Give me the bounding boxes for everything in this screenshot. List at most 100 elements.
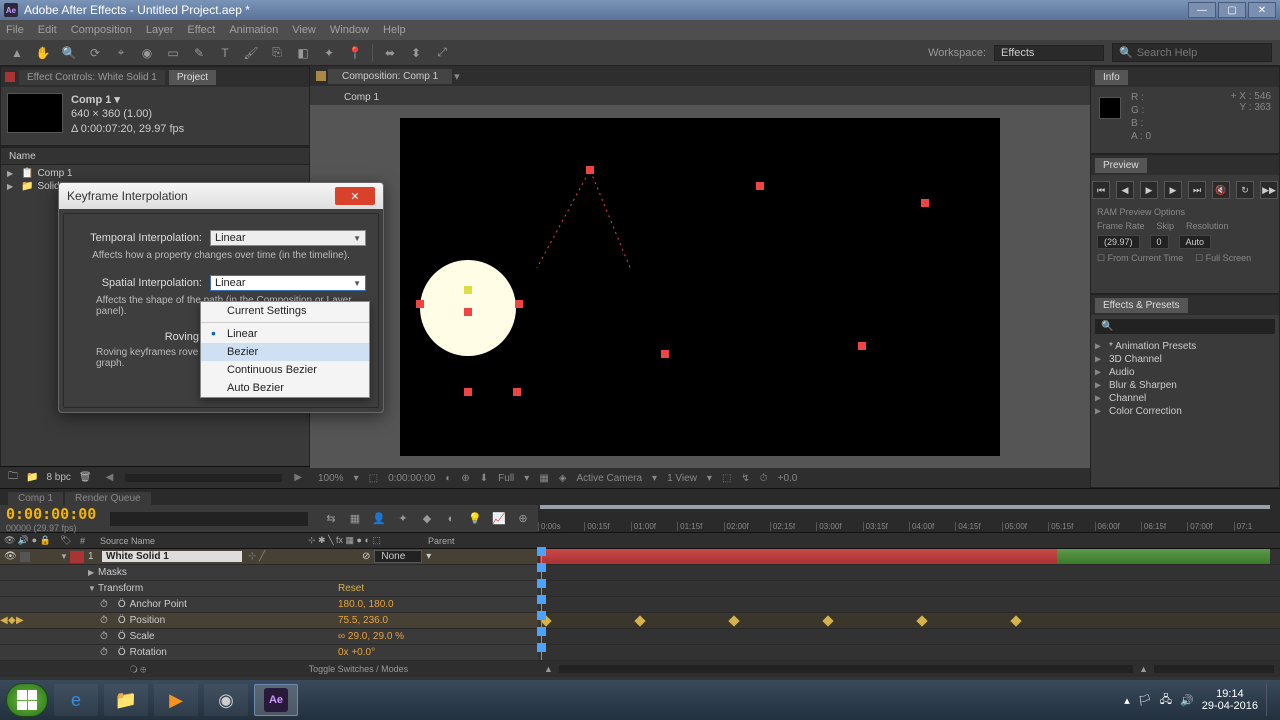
- view-dropdown[interactable]: 1 View: [667, 473, 697, 484]
- keyframe-marker[interactable]: [515, 300, 523, 308]
- resolution-field[interactable]: Auto: [1179, 235, 1212, 249]
- search-help-input[interactable]: 🔍 Search Help: [1112, 43, 1272, 62]
- ram-preview-button[interactable]: ▶▶: [1260, 181, 1278, 199]
- composition-canvas[interactable]: [400, 118, 1000, 456]
- prop-position[interactable]: Position: [126, 615, 338, 626]
- current-time[interactable]: 0:00:00:00: [6, 505, 96, 523]
- temporal-dropdown[interactable]: Linear▼: [210, 230, 366, 246]
- menu-window[interactable]: Window: [330, 24, 369, 36]
- axis-world-icon[interactable]: ⬍: [407, 44, 425, 62]
- effects-tab[interactable]: Effects & Presets: [1095, 298, 1188, 313]
- next-frame-button[interactable]: ▶: [1164, 181, 1182, 199]
- prop-scale[interactable]: Scale: [126, 631, 338, 642]
- from-current-checkbox[interactable]: From Current Time: [1108, 253, 1184, 263]
- loop-button[interactable]: ↻: [1236, 181, 1254, 199]
- fx-3d-channel[interactable]: ▶3D Channel: [1095, 353, 1275, 366]
- project-column-name[interactable]: Name: [1, 147, 309, 165]
- puppet-tool-icon[interactable]: 📍: [346, 44, 364, 62]
- menu-layer[interactable]: Layer: [146, 24, 174, 36]
- menu-file[interactable]: File: [6, 24, 24, 36]
- menu-animation[interactable]: Animation: [229, 24, 278, 36]
- mute-button[interactable]: 🔇: [1212, 181, 1230, 199]
- keyframe-marker[interactable]: [921, 199, 929, 207]
- start-button[interactable]: [6, 683, 48, 717]
- fx-color-correction[interactable]: ▶Color Correction: [1095, 405, 1275, 418]
- layer-color-chip[interactable]: [70, 551, 84, 563]
- project-item-comp[interactable]: ▶📋 Comp 1: [7, 167, 303, 180]
- tl-icon[interactable]: ◆: [418, 510, 436, 528]
- goto-start-button[interactable]: ⏮: [1092, 181, 1110, 199]
- tl-icon[interactable]: ⇆: [322, 510, 340, 528]
- play-button[interactable]: ▶: [1140, 181, 1158, 199]
- effects-search-input[interactable]: 🔍: [1095, 319, 1275, 334]
- timeline-tab-render[interactable]: Render Queue: [65, 492, 151, 505]
- menu-effect[interactable]: Effect: [187, 24, 215, 36]
- close-window-button[interactable]: ✕: [1248, 2, 1276, 18]
- eraser-tool-icon[interactable]: ◧: [294, 44, 312, 62]
- minimize-button[interactable]: —: [1188, 2, 1216, 18]
- panbehind-tool-icon[interactable]: ◉: [138, 44, 156, 62]
- new-folder-icon[interactable]: 📁: [26, 472, 38, 483]
- fullscreen-checkbox[interactable]: Full Screen: [1206, 253, 1252, 263]
- taskbar-chrome-icon[interactable]: ◉: [204, 684, 248, 716]
- project-tab-active[interactable]: Project: [169, 70, 216, 85]
- composition-subtab[interactable]: Comp 1: [330, 90, 393, 105]
- prev-frame-button[interactable]: ◀: [1116, 181, 1134, 199]
- taskbar-explorer-icon[interactable]: 📁: [104, 684, 148, 716]
- axis-view-icon[interactable]: ⤢: [433, 44, 451, 62]
- bpc-label[interactable]: 8 bpc: [46, 472, 70, 483]
- maximize-button[interactable]: ▢: [1218, 2, 1246, 18]
- prop-masks[interactable]: Masks: [98, 567, 127, 578]
- composition-tab[interactable]: Composition: Comp 1: [328, 69, 452, 84]
- dd-continuous-bezier[interactable]: Continuous Bezier: [201, 361, 369, 379]
- zoom-tool-icon[interactable]: 🔍: [60, 44, 78, 62]
- brush-tool-icon[interactable]: 🖌: [242, 44, 260, 62]
- tray-network-icon[interactable]: 🖧: [1160, 691, 1172, 710]
- selection-handle[interactable]: [464, 286, 472, 294]
- prop-transform[interactable]: Transform: [98, 583, 338, 594]
- info-tab[interactable]: Info: [1095, 70, 1128, 85]
- taskbar-ie-icon[interactable]: e: [54, 684, 98, 716]
- tl-icon[interactable]: ▦: [346, 510, 364, 528]
- close-tab-icon[interactable]: [5, 72, 15, 82]
- framerate-field[interactable]: (29.97): [1097, 235, 1140, 249]
- mask-tool-icon[interactable]: ▭: [164, 44, 182, 62]
- toggle-switches-button[interactable]: Toggle Switches / Modes: [309, 664, 409, 674]
- prop-anchor[interactable]: Anchor Point: [126, 599, 338, 610]
- col-source-name[interactable]: Source Name: [100, 536, 308, 546]
- clone-tool-icon[interactable]: ⎘: [268, 44, 286, 62]
- composition-viewport[interactable]: [310, 105, 1090, 468]
- roto-tool-icon[interactable]: ✦: [320, 44, 338, 62]
- camera-dropdown[interactable]: Active Camera: [576, 473, 642, 484]
- resolution-dropdown[interactable]: Full: [498, 473, 514, 484]
- dd-current-settings[interactable]: Current Settings: [201, 302, 369, 320]
- taskbar-ae-icon[interactable]: Ae: [254, 684, 298, 716]
- tray-volume-icon[interactable]: 🔊: [1180, 694, 1194, 707]
- exposure-value[interactable]: +0.0: [778, 473, 798, 484]
- goto-end-button[interactable]: ⏭: [1188, 181, 1206, 199]
- fx-animation-presets[interactable]: ▶* Animation Presets: [1095, 340, 1275, 353]
- axis-local-icon[interactable]: ⬌: [381, 44, 399, 62]
- hand-tool-icon[interactable]: ✋: [34, 44, 52, 62]
- menu-help[interactable]: Help: [383, 24, 406, 36]
- delete-icon[interactable]: 🗑: [79, 472, 92, 483]
- keyframe-marker[interactable]: [858, 342, 866, 350]
- interpret-icon[interactable]: 🗀: [8, 469, 18, 486]
- tray-arrow-icon[interactable]: ▴: [1124, 694, 1130, 707]
- dd-linear[interactable]: Linear: [201, 325, 369, 343]
- rotate-tool-icon[interactable]: ⟳: [86, 44, 104, 62]
- tl-shy-icon[interactable]: 👤: [370, 510, 388, 528]
- comp-name[interactable]: Comp 1 ▾: [71, 93, 184, 107]
- layer-name[interactable]: White Solid 1: [102, 551, 242, 562]
- camera-tool-icon[interactable]: ⌖: [112, 44, 130, 62]
- pen-tool-icon[interactable]: ✎: [190, 44, 208, 62]
- workspace-dropdown[interactable]: Effects: [994, 45, 1104, 61]
- dialog-close-button[interactable]: ✕: [335, 187, 375, 205]
- taskbar-clock[interactable]: 19:14 29-04-2016: [1202, 688, 1258, 712]
- fx-audio[interactable]: ▶Audio: [1095, 366, 1275, 379]
- tl-icon[interactable]: ⊕: [514, 510, 532, 528]
- selection-handle[interactable]: [513, 388, 521, 396]
- keyframe-marker[interactable]: [756, 182, 764, 190]
- preview-tab[interactable]: Preview: [1095, 158, 1147, 173]
- timecode[interactable]: 0:00:00:00: [388, 473, 435, 484]
